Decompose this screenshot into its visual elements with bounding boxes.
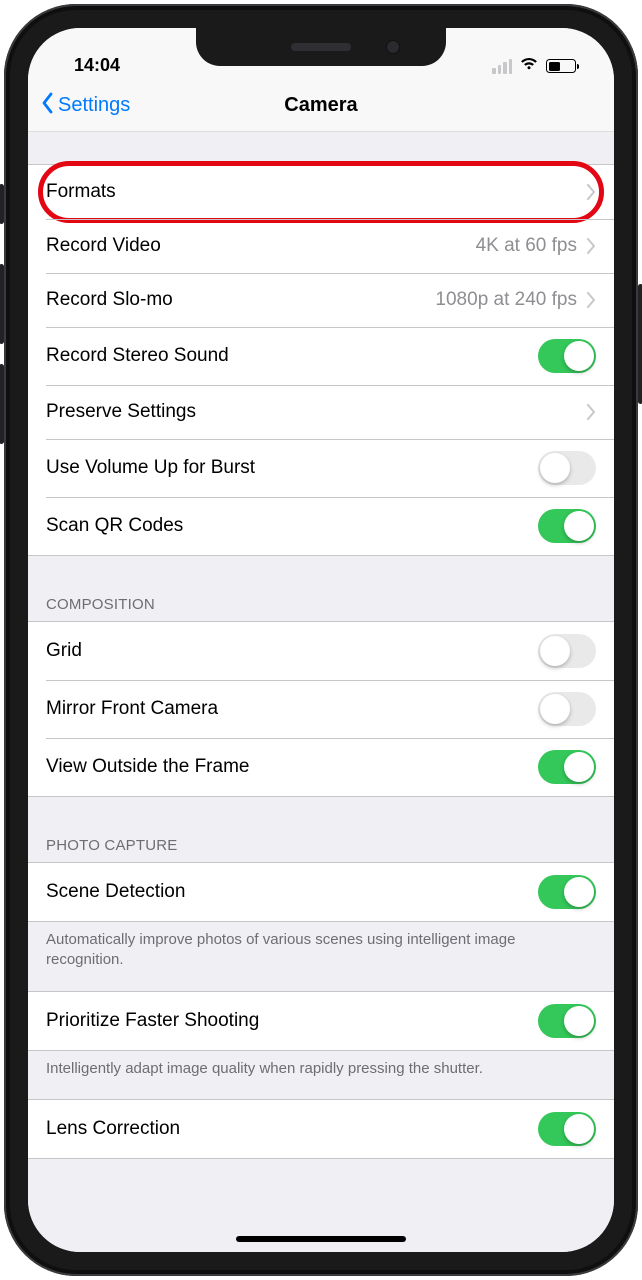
stereo-sound-toggle[interactable] [538, 339, 596, 373]
scene-detection-toggle[interactable] [538, 875, 596, 909]
side-button [638, 284, 642, 404]
row-label: Prioritize Faster Shooting [46, 1010, 538, 1032]
faster-shooting-toggle[interactable] [538, 1004, 596, 1038]
grid-toggle[interactable] [538, 634, 596, 668]
status-icons [492, 56, 586, 76]
row-label: Preserve Settings [46, 401, 587, 423]
scan-qr-toggle[interactable] [538, 509, 596, 543]
status-time: 14:04 [56, 55, 120, 76]
row-label: Formats [46, 181, 587, 203]
lens-correction-row: Lens Correction [28, 1100, 614, 1158]
row-label: Grid [46, 640, 538, 662]
row-label: Scan QR Codes [46, 515, 538, 537]
stereo-sound-row: Record Stereo Sound [28, 327, 614, 385]
cellular-signal-icon [492, 59, 512, 74]
battery-icon [546, 59, 576, 73]
back-button[interactable]: Settings [40, 92, 130, 120]
chevron-right-icon [587, 184, 596, 200]
volume-burst-row: Use Volume Up for Burst [28, 439, 614, 497]
row-label: Record Video [46, 235, 476, 257]
view-outside-toggle[interactable] [538, 750, 596, 784]
row-label: Record Stereo Sound [46, 345, 538, 367]
chevron-right-icon [587, 292, 596, 308]
speaker-grille [291, 43, 351, 51]
group-header: PHOTO CAPTURE [28, 829, 614, 862]
mirror-front-toggle[interactable] [538, 692, 596, 726]
settings-group-composition: COMPOSITION Grid Mirror Front Camera Vie… [28, 588, 614, 797]
chevron-right-icon [587, 404, 596, 420]
content-scrollview[interactable]: Formats Record Video 4K at 60 fps Reco [28, 132, 614, 1252]
group-header: COMPOSITION [28, 588, 614, 621]
scene-detection-row: Scene Detection [28, 863, 614, 921]
row-label: Scene Detection [46, 881, 538, 903]
chevron-right-icon [587, 238, 596, 254]
row-detail: 4K at 60 fps [476, 235, 577, 257]
record-slomo-row[interactable]: Record Slo-mo 1080p at 240 fps [28, 273, 614, 327]
row-detail: 1080p at 240 fps [435, 289, 577, 311]
grid-row: Grid [28, 622, 614, 680]
front-camera [386, 40, 400, 54]
mute-switch [0, 184, 4, 224]
group-footer: Automatically improve photos of various … [28, 922, 614, 971]
mirror-front-row: Mirror Front Camera [28, 680, 614, 738]
volume-up-button [0, 264, 4, 344]
lens-correction-toggle[interactable] [538, 1112, 596, 1146]
volume-burst-toggle[interactable] [538, 451, 596, 485]
row-label: Lens Correction [46, 1118, 538, 1140]
formats-row[interactable]: Formats [28, 165, 614, 219]
settings-group-main: Formats Record Video 4K at 60 fps Reco [28, 164, 614, 556]
back-label: Settings [58, 94, 130, 117]
notch [196, 28, 446, 66]
screen: 14:04 Settings Camera [28, 28, 614, 1252]
record-video-row[interactable]: Record Video 4K at 60 fps [28, 219, 614, 273]
faster-shooting-row: Prioritize Faster Shooting [28, 992, 614, 1050]
row-label: Mirror Front Camera [46, 698, 538, 720]
settings-group-photo-capture: PHOTO CAPTURE Scene Detection Automatica… [28, 829, 614, 1159]
home-indicator[interactable] [236, 1236, 406, 1242]
preserve-settings-row[interactable]: Preserve Settings [28, 385, 614, 439]
chevron-left-icon [40, 92, 54, 120]
scan-qr-row: Scan QR Codes [28, 497, 614, 555]
iphone-device-frame: 14:04 Settings Camera [4, 4, 638, 1276]
view-outside-row: View Outside the Frame [28, 738, 614, 796]
row-label: Use Volume Up for Burst [46, 457, 538, 479]
navigation-bar: Settings Camera [28, 80, 614, 132]
volume-down-button [0, 364, 4, 444]
group-footer: Intelligently adapt image quality when r… [28, 1051, 614, 1079]
row-label: View Outside the Frame [46, 756, 538, 778]
wifi-icon [519, 56, 539, 76]
row-label: Record Slo-mo [46, 289, 435, 311]
